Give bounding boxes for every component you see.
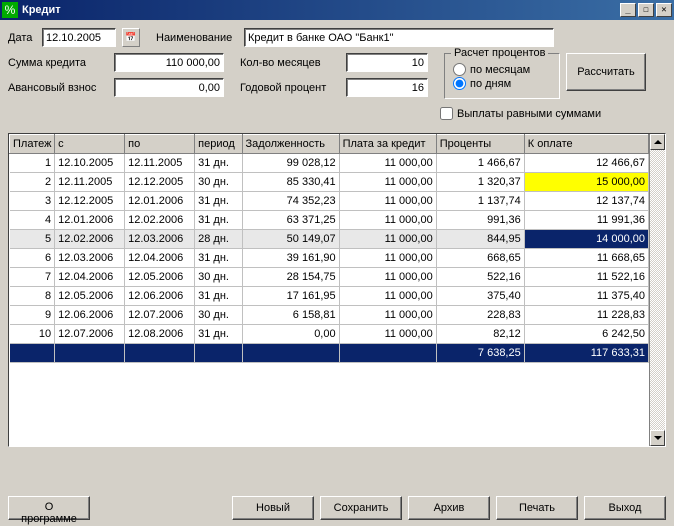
window-title: Кредит bbox=[22, 4, 620, 16]
table-row[interactable]: 812.05.200612.06.200631 дн.17 161,9511 0… bbox=[10, 287, 649, 306]
close-button[interactable]: ✕ bbox=[656, 3, 672, 17]
amount-label: Сумма кредита bbox=[8, 57, 108, 69]
payments-table[interactable]: ПлатежспопериодЗадолженностьПлата за кре… bbox=[9, 134, 649, 363]
column-header[interactable]: К оплате bbox=[524, 135, 648, 154]
months-label: Кол-во месяцев bbox=[240, 57, 340, 69]
equal-payments-label: Выплаты равными суммами bbox=[457, 108, 601, 120]
vertical-scrollbar[interactable] bbox=[649, 134, 665, 446]
date-input[interactable] bbox=[42, 28, 116, 47]
calc-method-group: Расчет процентов по месяцам по дням bbox=[444, 53, 560, 99]
name-label: Наименование bbox=[156, 32, 238, 44]
table-row[interactable]: 912.06.200612.07.200630 дн.6 158,8111 00… bbox=[10, 306, 649, 325]
table-row[interactable]: 312.12.200512.01.200631 дн.74 352,2311 0… bbox=[10, 192, 649, 211]
months-input[interactable] bbox=[346, 53, 428, 72]
calculate-button[interactable]: Рассчитать bbox=[566, 53, 646, 91]
app-icon: % bbox=[2, 2, 18, 18]
form-area: Дата 📅 Наименование Сумма кредита Авансо… bbox=[0, 20, 674, 129]
grid: ПлатежспопериодЗадолженностьПлата за кре… bbox=[8, 133, 666, 447]
table-row[interactable]: 412.01.200612.02.200631 дн.63 371,2511 0… bbox=[10, 211, 649, 230]
save-button[interactable]: Сохранить bbox=[320, 496, 402, 520]
date-label: Дата bbox=[8, 32, 36, 44]
scroll-track[interactable] bbox=[650, 150, 665, 430]
maximize-button[interactable]: ☐ bbox=[638, 3, 654, 17]
advance-label: Авансовый взнос bbox=[8, 82, 108, 94]
by-days-label: по дням bbox=[470, 78, 511, 90]
minimize-button[interactable]: _ bbox=[620, 3, 636, 17]
by-days-radio[interactable] bbox=[453, 77, 466, 90]
name-input[interactable] bbox=[244, 28, 554, 47]
table-row[interactable]: 712.04.200612.05.200630 дн.28 154,7511 0… bbox=[10, 268, 649, 287]
column-header[interactable]: Проценты bbox=[436, 135, 524, 154]
new-button[interactable]: Новый bbox=[232, 496, 314, 520]
column-header[interactable]: с bbox=[55, 135, 125, 154]
arrow-up-icon bbox=[654, 140, 662, 144]
window-controls: _ ☐ ✕ bbox=[620, 3, 672, 17]
exit-button[interactable]: Выход bbox=[584, 496, 666, 520]
scroll-up-button[interactable] bbox=[650, 134, 665, 150]
scroll-down-button[interactable] bbox=[650, 430, 665, 446]
equal-payments-checkbox[interactable] bbox=[440, 107, 453, 120]
column-header[interactable]: период bbox=[195, 135, 242, 154]
date-picker-button[interactable]: 📅 bbox=[122, 28, 140, 47]
totals-row: 7 638,25117 633,31 bbox=[10, 344, 649, 363]
column-header[interactable]: Платеж bbox=[10, 135, 55, 154]
rate-input[interactable] bbox=[346, 78, 428, 97]
advance-input[interactable] bbox=[114, 78, 224, 97]
archive-button[interactable]: Архив bbox=[408, 496, 490, 520]
table-header-row: ПлатежспопериодЗадолженностьПлата за кре… bbox=[10, 135, 649, 154]
table-row[interactable]: 612.03.200612.04.200631 дн.39 161,9011 0… bbox=[10, 249, 649, 268]
footer-buttons: О программе Новый Сохранить Архив Печать… bbox=[8, 496, 666, 520]
rate-label: Годовой процент bbox=[240, 82, 340, 94]
by-months-label: по месяцам bbox=[470, 64, 530, 76]
column-header[interactable]: Задолженность bbox=[242, 135, 339, 154]
by-months-radio[interactable] bbox=[453, 63, 466, 76]
amount-input[interactable] bbox=[114, 53, 224, 72]
table-row[interactable]: 112.10.200512.11.200531 дн.99 028,1211 0… bbox=[10, 154, 649, 173]
about-button[interactable]: О программе bbox=[8, 496, 90, 520]
table-row[interactable]: 512.02.200612.03.200628 дн.50 149,0711 0… bbox=[10, 230, 649, 249]
table-row[interactable]: 1012.07.200612.08.200631 дн.0,0011 000,0… bbox=[10, 325, 649, 344]
table-row[interactable]: 212.11.200512.12.200530 дн.85 330,4111 0… bbox=[10, 173, 649, 192]
column-header[interactable]: Плата за кредит bbox=[339, 135, 436, 154]
titlebar: % Кредит _ ☐ ✕ bbox=[0, 0, 674, 20]
calc-group-label: Расчет процентов bbox=[451, 47, 548, 59]
print-button[interactable]: Печать bbox=[496, 496, 578, 520]
column-header[interactable]: по bbox=[125, 135, 195, 154]
arrow-down-icon bbox=[654, 436, 662, 440]
